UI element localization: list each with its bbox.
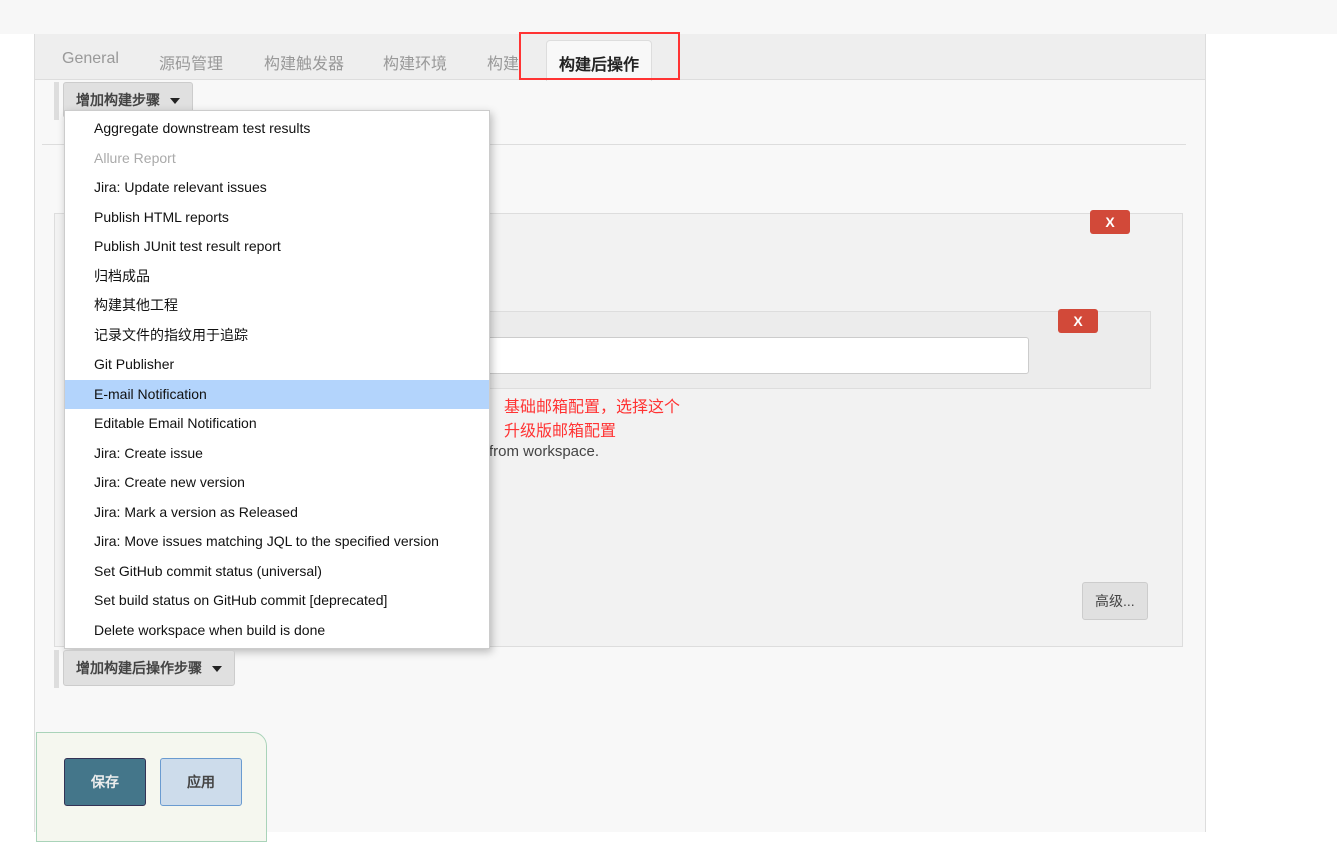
tab-scm[interactable]: 源码管理	[159, 50, 223, 74]
build-step-dropdown: Aggregate downstream test results Allure …	[64, 110, 490, 649]
menu-item[interactable]: Set build status on GitHub commit [depre…	[65, 586, 489, 616]
tab-build[interactable]: 构建	[487, 50, 519, 74]
tab-environment[interactable]: 构建环境	[383, 50, 447, 74]
menu-item[interactable]: Set GitHub commit status (universal)	[65, 557, 489, 587]
save-button[interactable]: 保存	[64, 758, 146, 806]
advanced-button[interactable]: 高级...	[1082, 582, 1148, 620]
add-post-build-step-button[interactable]: 增加构建后操作步骤	[63, 650, 235, 686]
menu-item[interactable]: Git Publisher	[65, 350, 489, 380]
add-post-build-step-label: 增加构建后操作步骤	[76, 660, 202, 676]
annotation-line-2: 升级版邮箱配置	[504, 423, 617, 440]
menu-item: Allure Report	[94, 149, 176, 166]
tab-triggers[interactable]: 构建触发器	[264, 50, 344, 74]
menu-item[interactable]: 归档成品	[65, 262, 489, 292]
delete-inner-button[interactable]: X	[1058, 309, 1098, 333]
menu-item[interactable]: Jira: Create issue	[65, 439, 489, 469]
menu-item[interactable]: Jira: Mark a version as Released	[65, 498, 489, 528]
menu-item[interactable]: E-mail Notification	[65, 379, 489, 409]
menu-item[interactable]: Editable Email Notification	[65, 409, 489, 439]
workspace-text: from workspace.	[489, 443, 600, 460]
menu-item[interactable]: Aggregate downstream test results	[65, 114, 489, 144]
annotation-line-1: 基础邮箱配置，选择这个	[504, 399, 681, 416]
highlight-box	[519, 32, 680, 80]
menu-item[interactable]: Jira: Update relevant issues	[65, 173, 489, 203]
menu-item[interactable]: 构建其他工程	[65, 291, 489, 321]
add-build-step-label: 增加构建步骤	[76, 92, 160, 108]
caret-down-icon	[170, 98, 180, 105]
menu-item[interactable]: Jira: Create new version	[65, 468, 489, 498]
tab-general[interactable]: General	[62, 50, 119, 68]
menu-item[interactable]: Jira: Move issues matching JQL to the sp…	[65, 527, 489, 557]
browser-top-bar	[0, 0, 1337, 34]
caret-down-icon	[212, 666, 222, 673]
section-bar	[54, 82, 59, 120]
delete-step-button[interactable]: X	[1090, 210, 1130, 234]
menu-item[interactable]: Publish HTML reports	[65, 203, 489, 233]
files-input[interactable]	[480, 337, 1029, 374]
menu-item[interactable]: Delete workspace when build is done	[65, 616, 489, 646]
apply-button[interactable]: 应用	[160, 758, 242, 806]
menu-item[interactable]: 记录文件的指纹用于追踪	[65, 321, 489, 351]
menu-item[interactable]: Publish JUnit test result report	[65, 232, 489, 262]
section-bar	[54, 650, 59, 688]
